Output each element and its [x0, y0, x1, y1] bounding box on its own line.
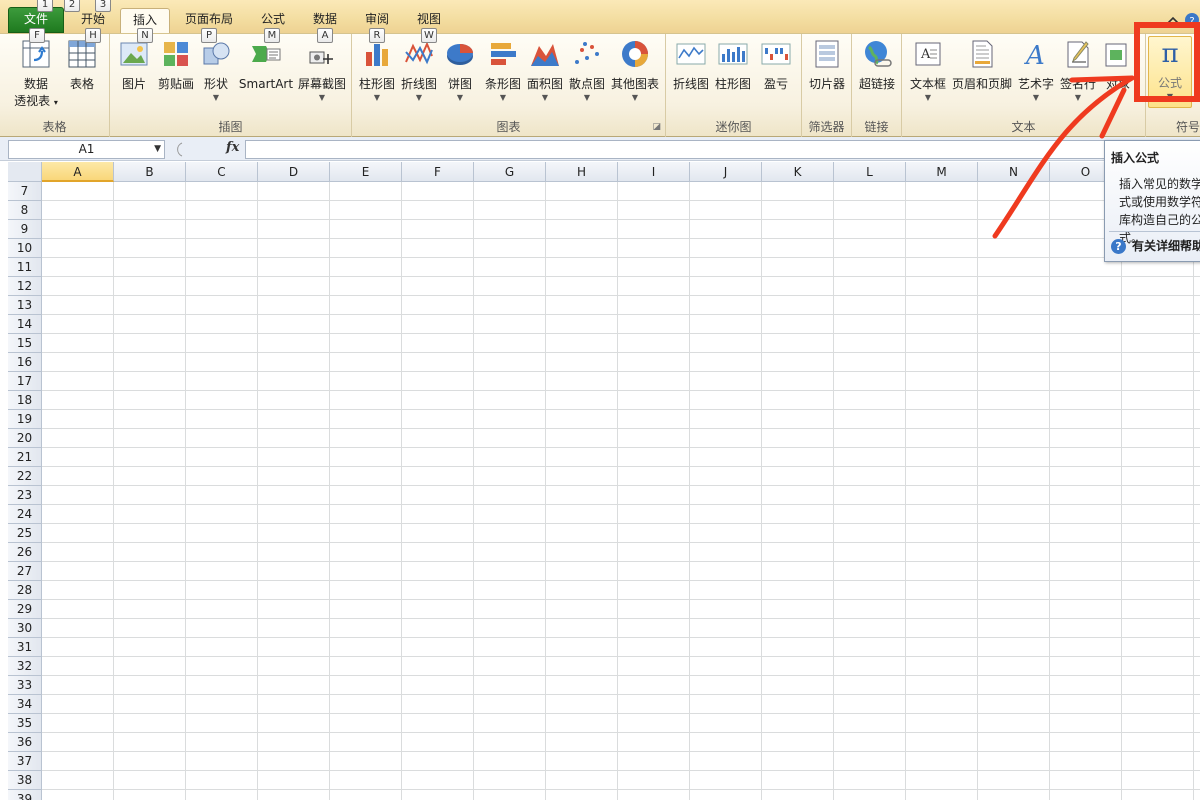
- excel-window: 1 2 3 文件 开始 插入 页面布局 公式 数据 审阅 视图 ? 数据 透视表…: [0, 0, 1200, 800]
- annotation-arrow-icon: [992, 75, 1135, 239]
